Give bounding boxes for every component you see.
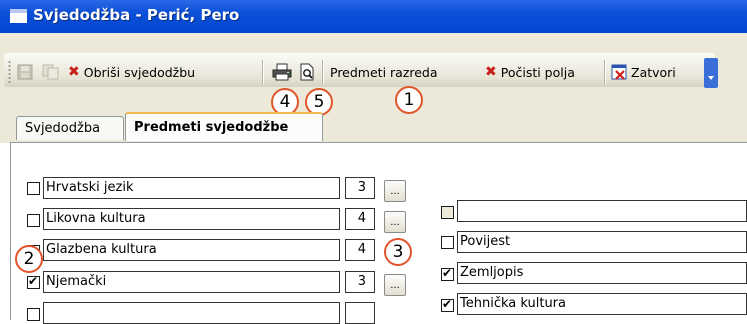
callout-marker: 1 bbox=[395, 86, 423, 114]
toolbar-grip[interactable] bbox=[8, 60, 11, 84]
subject-checkbox[interactable] bbox=[441, 266, 454, 281]
subject-grade-field[interactable] bbox=[345, 302, 375, 324]
subject-name-field[interactable]: Tehnička kultura bbox=[457, 293, 747, 315]
print-preview-button[interactable] bbox=[299, 62, 315, 82]
class-subjects-label: Predmeti razreda bbox=[330, 64, 438, 80]
copy-icon bbox=[42, 64, 59, 80]
subject-name-field[interactable]: Povijest bbox=[457, 231, 747, 253]
clear-fields-button[interactable]: ✖ Počisti polja bbox=[485, 62, 575, 82]
copy-button[interactable] bbox=[42, 62, 60, 82]
print-preview-icon bbox=[300, 63, 314, 81]
subject-checkbox[interactable] bbox=[27, 274, 40, 289]
tab-certificate-label: Svjedodžba bbox=[25, 121, 101, 136]
printer-icon bbox=[272, 63, 292, 81]
subject-name-field[interactable] bbox=[457, 200, 747, 222]
delete-x-icon: ✖ bbox=[68, 64, 80, 80]
subject-name-field[interactable]: Hrvatski jezik bbox=[43, 177, 340, 199]
window-titlebar: Svjedodžba - Perić, Pero bbox=[0, 0, 747, 33]
close-label: Zatvori bbox=[631, 64, 676, 80]
delete-certificate-button[interactable]: ✖ Obriši svjedodžbu bbox=[68, 62, 195, 82]
class-subjects-button[interactable]: Predmeti razreda bbox=[330, 62, 438, 82]
subject-grade-field[interactable]: 3 bbox=[345, 271, 375, 293]
subject-name-field[interactable]: Zemljopis bbox=[457, 262, 747, 284]
window-title: Svjedodžba - Perić, Pero bbox=[33, 6, 240, 24]
subject-name-field[interactable]: Likovna kultura bbox=[43, 208, 340, 230]
subject-lookup-button[interactable]: ... bbox=[384, 180, 406, 202]
clear-fields-label: Počisti polja bbox=[500, 64, 575, 80]
clear-x-icon: ✖ bbox=[485, 64, 497, 80]
subject-checkbox[interactable] bbox=[27, 214, 40, 227]
close-window-icon bbox=[611, 64, 627, 80]
window-app-icon bbox=[10, 9, 27, 23]
subject-checkbox[interactable] bbox=[441, 236, 454, 249]
tab-certificate[interactable]: Svjedodžba bbox=[16, 116, 124, 140]
subject-grade-field[interactable]: 4 bbox=[345, 239, 375, 261]
callout-marker: 3 bbox=[384, 238, 412, 266]
save-icon bbox=[17, 64, 33, 80]
subject-checkbox[interactable] bbox=[27, 182, 40, 195]
subject-lookup-button[interactable]: ... bbox=[384, 274, 406, 296]
tab-certificate-subjects-label: Predmeti svjedodžbe bbox=[134, 120, 289, 135]
subject-lookup-button[interactable]: ... bbox=[384, 211, 406, 233]
toolbar-separator bbox=[322, 60, 323, 84]
subject-grade-field[interactable]: 4 bbox=[345, 208, 375, 230]
close-button[interactable]: Zatvori bbox=[611, 62, 676, 82]
toolbar-separator bbox=[604, 60, 605, 84]
subject-name-field[interactable]: Glazbena kultura bbox=[43, 239, 340, 261]
callout-marker: 2 bbox=[15, 245, 43, 273]
subject-checkbox[interactable] bbox=[441, 206, 454, 219]
toolbar-overflow-chevron[interactable] bbox=[704, 58, 718, 88]
print-button[interactable] bbox=[272, 62, 292, 82]
subject-checkbox[interactable] bbox=[27, 308, 40, 321]
subject-grade-field[interactable]: 3 bbox=[345, 177, 375, 199]
subject-checkbox[interactable] bbox=[441, 297, 454, 312]
subject-name-field[interactable] bbox=[43, 302, 340, 324]
save-button[interactable] bbox=[17, 62, 33, 82]
tab-certificate-subjects[interactable]: Predmeti svjedodžbe bbox=[125, 112, 323, 141]
delete-certificate-label: Obriši svjedodžbu bbox=[83, 64, 196, 80]
toolbar-separator bbox=[262, 60, 263, 84]
subject-name-field[interactable]: Njemački bbox=[43, 271, 340, 293]
